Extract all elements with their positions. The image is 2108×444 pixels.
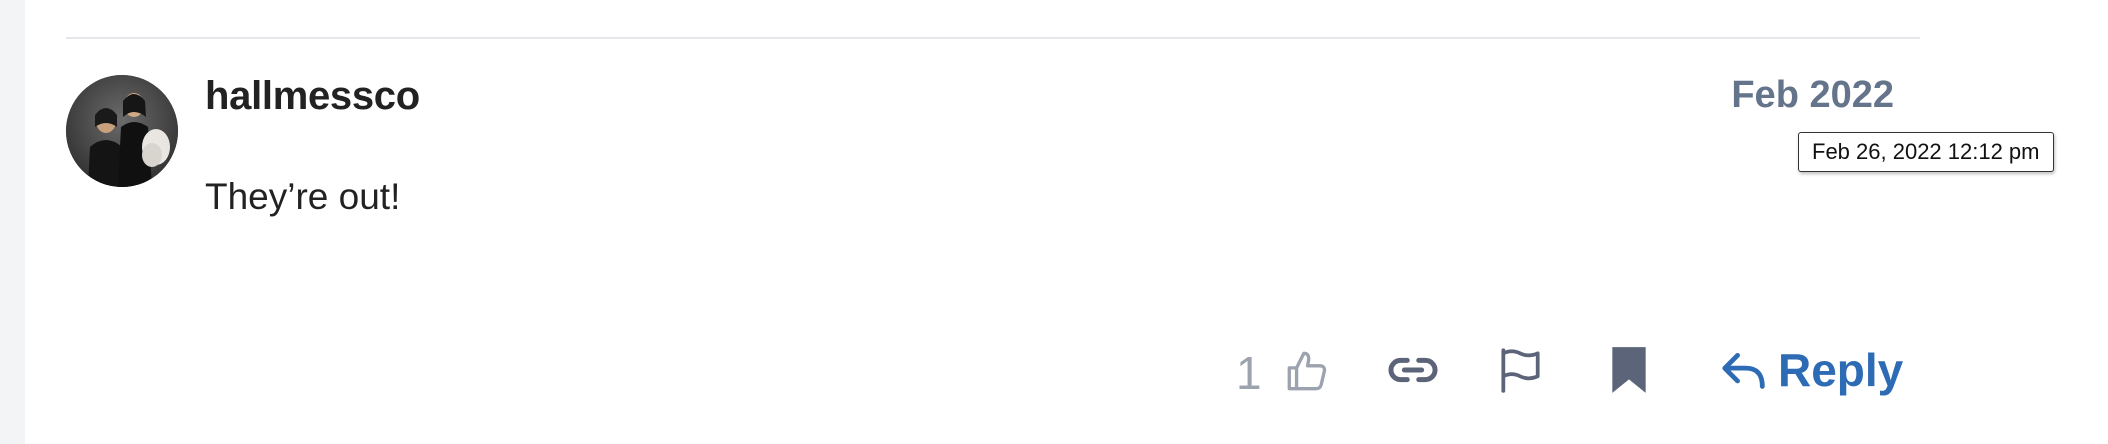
thumbs-up-icon [1287, 351, 1327, 391]
reply-button[interactable]: Reply [1720, 342, 1903, 398]
reply-label: Reply [1778, 344, 1904, 396]
left-gutter [0, 0, 25, 444]
reply-arrow-icon [1722, 352, 1765, 389]
post-body: They’re out! [205, 176, 401, 217]
like-count[interactable]: 1 [1236, 348, 1262, 398]
avatar[interactable] [66, 75, 178, 187]
avatar-photo [66, 75, 178, 187]
bookmark-icon [1612, 347, 1646, 393]
post-username[interactable]: hallmessco [205, 72, 420, 120]
copy-link-button[interactable] [1386, 347, 1440, 393]
post-divider [66, 37, 1920, 39]
like-button[interactable] [1282, 346, 1332, 396]
flag-icon [1501, 348, 1540, 393]
flag-button[interactable] [1495, 345, 1545, 395]
date-tooltip: Feb 26, 2022 12:12 pm [1798, 132, 2054, 172]
link-icon [1388, 357, 1438, 383]
bookmark-button[interactable] [1608, 345, 1650, 395]
post-date[interactable]: Feb 2022 [1731, 71, 1894, 119]
